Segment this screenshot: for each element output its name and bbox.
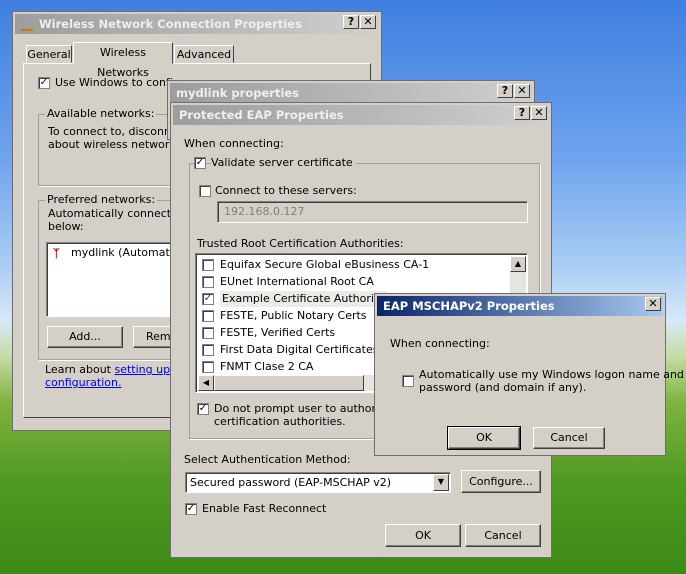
- no-prompt-label-2: certification authorities.: [214, 415, 346, 428]
- server-name-input[interactable]: 192.168.0.127: [217, 201, 528, 223]
- network-icon: [21, 19, 33, 31]
- validate-certificate-label: Validate server certificate: [211, 156, 356, 169]
- peap-help-button[interactable]: ?: [514, 106, 530, 120]
- scroll-left-button[interactable]: ◀: [198, 375, 214, 391]
- wireless-close-button[interactable]: ✕: [360, 15, 376, 29]
- network-item-mydlink[interactable]: mydlink (Automatic): [71, 246, 183, 259]
- wireless-titlebar[interactable]: Wireless Network Connection Properties: [15, 14, 379, 34]
- mschap-properties-window: EAP MSCHAPv2 Properties ✕ When connectin…: [374, 293, 684, 456]
- mschap-when-connecting: When connecting:: [390, 337, 490, 350]
- mschap-ok-button[interactable]: OK: [447, 426, 521, 450]
- preferred-networks-label: Preferred networks:: [45, 193, 158, 206]
- preferred-text-2: below:: [48, 220, 84, 233]
- wireless-help-button[interactable]: ?: [343, 15, 359, 29]
- mydlink-close-button[interactable]: ✕: [514, 84, 530, 98]
- cert-checkbox-2[interactable]: ✓: [202, 293, 214, 305]
- configuration-link[interactable]: configuration.: [45, 376, 121, 389]
- cert-checkbox-1[interactable]: [202, 276, 214, 288]
- cert-checkbox-6[interactable]: [202, 361, 214, 373]
- scroll-up-button[interactable]: ▲: [510, 256, 526, 272]
- available-text-1: To connect to, disconnec: [48, 125, 184, 138]
- tab-general[interactable]: General: [26, 45, 72, 63]
- add-network-button[interactable]: Add...: [47, 326, 123, 348]
- mschap-titlebar[interactable]: EAP MSCHAPv2 Properties: [377, 296, 663, 316]
- preferred-text-1: Automatically connect to: [48, 207, 186, 220]
- connect-servers-label: Connect to these servers:: [215, 184, 357, 197]
- cert-name-2: Example Certificate Authority: [220, 291, 387, 307]
- auth-method-label: Select Authentication Method:: [184, 453, 351, 466]
- cert-name-6: FNMT Clase 2 CA: [220, 360, 314, 373]
- cert-name-1: EUnet International Root CA: [220, 275, 374, 288]
- configure-button[interactable]: Configure...: [461, 470, 541, 493]
- auth-method-dropdown-button[interactable]: ▼: [433, 474, 449, 491]
- cert-name-3: FESTE, Public Notary Certs: [220, 309, 367, 322]
- peap-ok-button[interactable]: OK: [385, 524, 461, 547]
- hscroll-thumb[interactable]: [214, 375, 364, 391]
- mydlink-help-button[interactable]: ?: [497, 84, 513, 98]
- cert-checkbox-3[interactable]: [202, 310, 214, 322]
- auto-logon-checkbox[interactable]: [402, 375, 414, 387]
- cert-name-4: FESTE, Verified Certs: [220, 326, 336, 339]
- peap-cancel-button[interactable]: Cancel: [465, 524, 541, 547]
- auth-method-select[interactable]: Secured password (EAP-MSCHAP v2) ▼: [185, 472, 451, 493]
- mschap-cancel-button[interactable]: Cancel: [533, 427, 605, 449]
- no-prompt-checkbox[interactable]: ✓: [197, 403, 209, 415]
- cert-checkbox-4[interactable]: [202, 327, 214, 339]
- tab-advanced[interactable]: Advanced: [174, 45, 234, 63]
- mschap-close-button[interactable]: ✕: [645, 297, 661, 311]
- mydlink-titlebar[interactable]: mydlink properties: [170, 83, 532, 103]
- peap-close-button[interactable]: ✕: [531, 106, 547, 120]
- use-windows-checkbox[interactable]: ✓: [38, 77, 50, 89]
- cert-checkbox-5[interactable]: [202, 344, 214, 356]
- connect-servers-checkbox[interactable]: [199, 185, 211, 197]
- auto-logon-label-1: Automatically use my Windows logon name …: [419, 368, 684, 381]
- learn-text-label: Learn about: [45, 363, 111, 376]
- available-networks-label: Available networks:: [45, 107, 157, 120]
- auth-method-value: Secured password (EAP-MSCHAP v2): [190, 476, 392, 489]
- auto-logon-label-2: password (and domain if any).: [419, 381, 587, 394]
- peap-when-connecting: When connecting:: [184, 137, 284, 150]
- wireless-title: Wireless Network Connection Properties: [39, 17, 302, 31]
- peap-titlebar[interactable]: Protected EAP Properties: [173, 105, 549, 125]
- fast-reconnect-checkbox[interactable]: ✓: [185, 503, 197, 515]
- trusted-root-label: Trusted Root Certification Authorities:: [197, 237, 404, 250]
- cert-name-0: Equifax Secure Global eBusiness CA-1: [220, 258, 430, 271]
- tab-wireless-networks[interactable]: Wireless Networks: [73, 42, 173, 79]
- cert-checkbox-0[interactable]: [202, 259, 214, 271]
- learn-text: Learn about setting up wir: [45, 363, 190, 376]
- wireless-network-icon: ᛉ: [53, 247, 60, 260]
- fast-reconnect-label: Enable Fast Reconnect: [202, 502, 327, 515]
- server-name-value: 192.168.0.127: [224, 205, 305, 218]
- cert-name-5: First Data Digital Certificates Inc: [220, 343, 399, 356]
- validate-certificate-checkbox[interactable]: ✓: [194, 157, 206, 169]
